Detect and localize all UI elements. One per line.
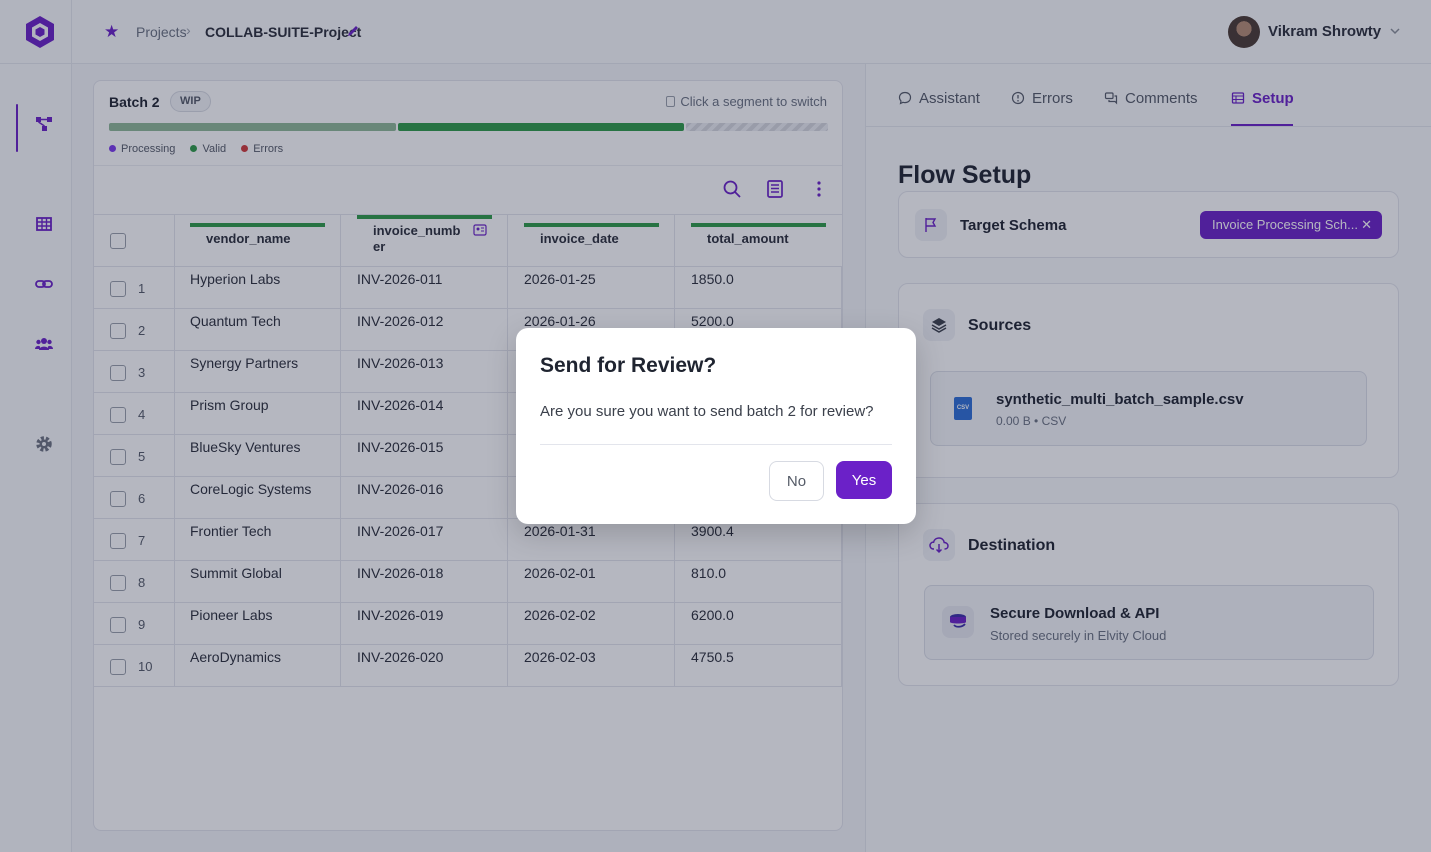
dialog-title: Send for Review? xyxy=(540,354,717,377)
dialog-divider xyxy=(540,444,892,445)
dialog-message: Are you sure you want to send batch 2 fo… xyxy=(540,403,874,420)
yes-button[interactable]: Yes xyxy=(836,461,892,499)
send-review-dialog: Send for Review? Are you sure you want t… xyxy=(516,328,916,524)
no-button[interactable]: No xyxy=(769,461,824,501)
